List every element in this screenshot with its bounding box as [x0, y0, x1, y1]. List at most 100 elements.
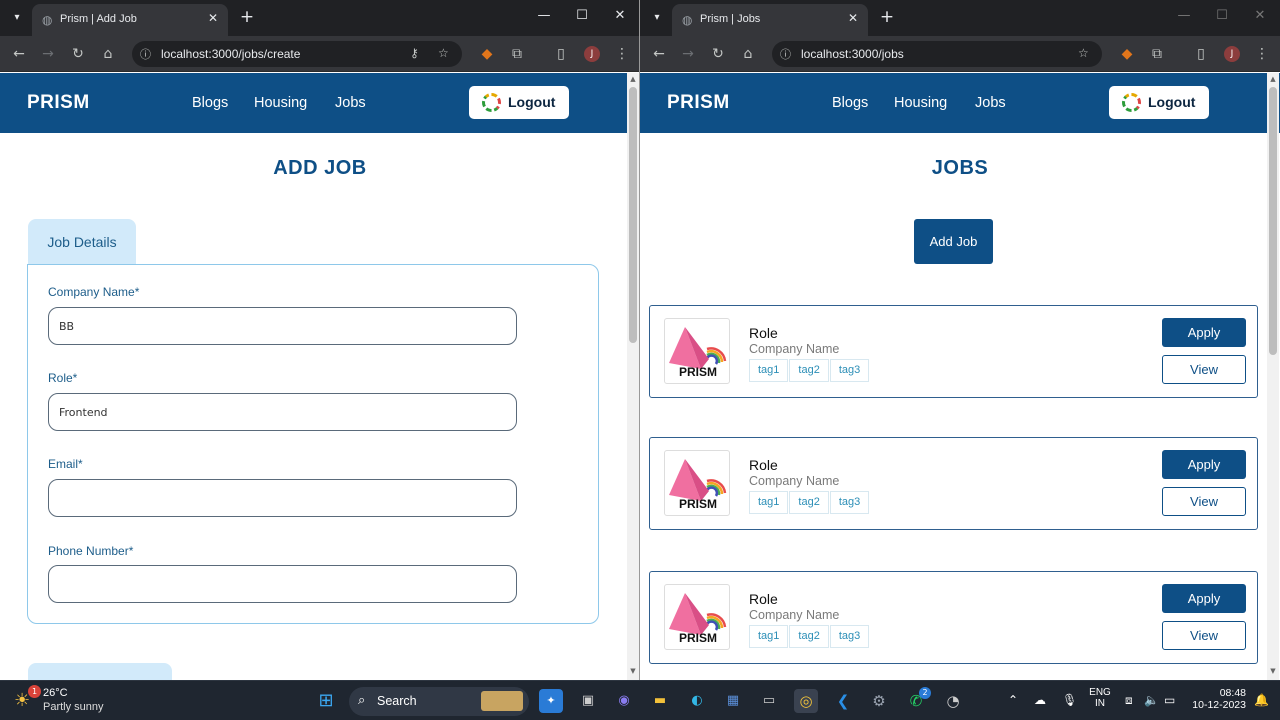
back-icon[interactable]: ←	[649, 44, 669, 64]
home-icon[interactable]: ⌂	[738, 44, 758, 64]
brand-logo[interactable]: PRISM	[27, 92, 90, 114]
new-tab-icon[interactable]: +	[876, 6, 898, 28]
site-navbar: PRISM Blogs Housing Jobs Logout	[0, 73, 639, 133]
teams-icon[interactable]: ◉	[612, 689, 636, 713]
job-role: Role	[749, 591, 778, 607]
close-tab-icon[interactable]: ✕	[848, 11, 858, 25]
tab-search-icon[interactable]: ▾	[7, 8, 27, 28]
extensions-icon[interactable]: ⧉	[1147, 44, 1167, 64]
windows-start-icon[interactable]: ⊞	[314, 689, 338, 713]
settings-gear-icon[interactable]: ⚙	[867, 689, 891, 713]
scrollbar-thumb[interactable]	[629, 87, 637, 343]
logout-button[interactable]: Logout	[1109, 86, 1209, 119]
chrome-icon[interactable]: ◎	[794, 689, 818, 713]
profile-avatar[interactable]: J	[1224, 46, 1240, 62]
nav-link-housing[interactable]: Housing	[254, 95, 307, 111]
profile-avatar[interactable]: J	[584, 46, 600, 62]
apply-button[interactable]: Apply	[1162, 450, 1246, 479]
forward-icon[interactable]: →	[678, 44, 698, 64]
bookmark-star-icon[interactable]: ☆	[1078, 46, 1089, 60]
terminal-icon[interactable]: ▭	[757, 689, 781, 713]
site-info-icon[interactable]: ⓘ	[780, 46, 791, 62]
side-panel-icon[interactable]: ▯	[1191, 44, 1211, 64]
tray-chevron-icon[interactable]: ⌃	[1008, 693, 1018, 707]
windows-taskbar: ☀ 1 26°C Partly sunny ⊞ ⌕ Search ✦ ▣ ◉ ▬…	[0, 680, 1280, 720]
whatsapp-badge: 2	[919, 687, 931, 699]
tab-search-icon[interactable]: ▾	[647, 8, 667, 28]
site-info-icon[interactable]: ⓘ	[140, 46, 151, 62]
network-icon[interactable]: ⧈	[1125, 693, 1133, 708]
task-view-icon[interactable]: ▣	[576, 689, 600, 713]
nav-link-housing[interactable]: Housing	[894, 95, 947, 111]
forward-icon[interactable]: →	[38, 44, 58, 64]
battery-icon[interactable]: ▭	[1164, 693, 1175, 707]
close-window-icon[interactable]: ✕	[1245, 8, 1275, 23]
menu-icon[interactable]: ⋮	[612, 44, 632, 64]
notification-bell-icon[interactable]: 🔔	[1254, 693, 1269, 707]
metamask-extension-icon[interactable]: ◆	[477, 44, 497, 64]
close-window-icon[interactable]: ✕	[605, 8, 635, 23]
page-scrollbar[interactable]: ▲ ▼	[1267, 73, 1279, 680]
home-icon[interactable]: ⌂	[98, 44, 118, 64]
tag-list: tag1 tag2 tag3	[749, 491, 870, 514]
menu-icon[interactable]: ⋮	[1252, 44, 1272, 64]
address-bar[interactable]: ⓘ localhost:3000/jobs ☆	[772, 41, 1102, 67]
tab-jobs[interactable]: ◍ Prism | Jobs ✕	[672, 4, 868, 36]
scroll-up-icon[interactable]: ▲	[1267, 75, 1279, 83]
taskbar-search[interactable]: ⌕ Search	[349, 687, 529, 716]
nav-link-blogs[interactable]: Blogs	[832, 95, 868, 111]
nav-link-jobs[interactable]: Jobs	[335, 95, 366, 111]
bookmark-star-icon[interactable]: ☆	[438, 46, 449, 60]
back-icon[interactable]: ←	[9, 44, 29, 64]
clock[interactable]: 08:48 10-12-2023	[1188, 687, 1246, 711]
logout-button[interactable]: Logout	[469, 86, 569, 119]
language-indicator[interactable]: ENG IN	[1089, 687, 1111, 709]
new-tab-icon[interactable]: +	[236, 6, 258, 28]
close-tab-icon[interactable]: ✕	[208, 11, 218, 25]
email-input[interactable]	[48, 479, 517, 517]
store-icon[interactable]: ▦	[721, 689, 745, 713]
address-bar[interactable]: ⓘ localhost:3000/jobs/create ⚷ ☆	[132, 41, 462, 67]
file-explorer-icon[interactable]: ▬	[648, 689, 672, 713]
metamask-extension-icon[interactable]: ◆	[1117, 44, 1137, 64]
edge-icon[interactable]: ◐	[685, 689, 709, 713]
apply-button[interactable]: Apply	[1162, 584, 1246, 613]
scrollbar-thumb[interactable]	[1269, 87, 1277, 355]
key-icon[interactable]: ⚷	[410, 46, 419, 60]
copilot-icon[interactable]: ✦	[539, 689, 563, 713]
tab-add-job[interactable]: ◍ Prism | Add Job ✕	[32, 4, 228, 36]
obs-icon[interactable]: ◔	[941, 689, 965, 713]
maximize-icon[interactable]: ☐	[1207, 8, 1237, 23]
add-job-button[interactable]: Add Job	[914, 219, 993, 264]
reload-icon[interactable]: ↻	[68, 44, 88, 64]
nav-link-jobs[interactable]: Jobs	[975, 95, 1006, 111]
scroll-down-icon[interactable]: ▼	[1267, 667, 1279, 675]
minimize-icon[interactable]: —	[529, 8, 559, 23]
logo-text: PRISM	[678, 631, 717, 645]
minimize-icon[interactable]: —	[1169, 8, 1199, 23]
extensions-icon[interactable]: ⧉	[507, 44, 527, 64]
microphone-icon[interactable]: 🎙	[1062, 693, 1077, 707]
company-logo: PRISM	[664, 318, 730, 384]
scroll-down-icon[interactable]: ▼	[627, 667, 639, 675]
nav-link-blogs[interactable]: Blogs	[192, 95, 228, 111]
phone-number-input[interactable]	[48, 565, 517, 603]
scroll-up-icon[interactable]: ▲	[627, 75, 639, 83]
vscode-icon[interactable]: ❮	[831, 689, 855, 713]
maximize-icon[interactable]: ☐	[567, 8, 597, 23]
weather-widget[interactable]: ☀ 1	[14, 685, 41, 712]
cloud-off-icon[interactable]: ☁	[1034, 693, 1046, 707]
view-button[interactable]: View	[1162, 355, 1246, 384]
side-panel-icon[interactable]: ▯	[551, 44, 571, 64]
company-name-input[interactable]	[48, 307, 517, 345]
view-button[interactable]: View	[1162, 487, 1246, 516]
brand-logo[interactable]: PRISM	[667, 92, 730, 114]
apply-button[interactable]: Apply	[1162, 318, 1246, 347]
page-scrollbar[interactable]: ▲ ▼	[627, 73, 639, 680]
reload-icon[interactable]: ↻	[708, 44, 728, 64]
view-button[interactable]: View	[1162, 621, 1246, 650]
date-label: 10-12-2023	[1192, 699, 1246, 711]
role-input[interactable]	[48, 393, 517, 431]
company-name: Company Name	[749, 474, 840, 488]
volume-icon[interactable]: 🔈	[1144, 693, 1159, 707]
